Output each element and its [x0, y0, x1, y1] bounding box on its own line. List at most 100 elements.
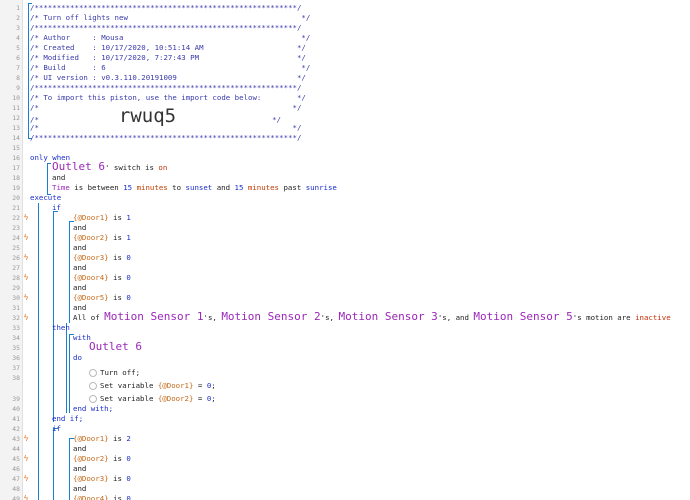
condition-line[interactable]: {@Door3} is 0	[73, 474, 131, 484]
operator-and[interactable]: and	[73, 444, 86, 454]
line-number: 6	[16, 54, 20, 62]
condition-line[interactable]: {@Door4} is 0	[73, 273, 131, 283]
line-number: 41	[12, 415, 20, 423]
text: to	[167, 183, 186, 192]
code-line: 36 do	[0, 353, 690, 363]
device-motion-sensor-2[interactable]: Motion Sensor 2	[221, 310, 320, 323]
unit-minutes[interactable]: minutes	[248, 183, 279, 192]
condition-line[interactable]: {@Door2} is 0	[73, 454, 131, 464]
action-line[interactable]: Set variable {@Door1} = 0;	[89, 381, 216, 391]
keyword-execute[interactable]: execute	[30, 193, 61, 203]
keyword-do[interactable]: do	[73, 353, 82, 363]
code-line: 18 and	[0, 173, 690, 183]
line-number: 39	[12, 395, 20, 403]
variable-door2[interactable]: {@Door2}	[73, 233, 109, 242]
code-line: 8 /* UI version : v0.3.110.20191009 */	[0, 73, 690, 83]
value-number[interactable]: 0	[126, 474, 130, 483]
condition-line[interactable]: Time is between 15 minutes to sunset and…	[52, 183, 337, 193]
code-line: 4 /* Author : Mousa */	[0, 33, 690, 43]
comment-text: /***************************************…	[30, 3, 302, 12]
value-number[interactable]: 0	[126, 293, 130, 302]
device-outlet-6[interactable]: Outlet 6	[89, 340, 142, 353]
keyword-if[interactable]: if	[52, 424, 61, 434]
condition-line[interactable]: {@Door5} is 0	[73, 293, 131, 303]
variable-door2[interactable]: {@Door2}	[73, 454, 109, 463]
code-line: 41 end if;	[0, 414, 690, 424]
action-line[interactable]: Set variable {@Door2} = 0;	[89, 394, 216, 404]
value-number[interactable]: 0	[126, 454, 130, 463]
keyword-then[interactable]: then	[52, 323, 70, 333]
value-number[interactable]: 0	[126, 273, 130, 282]
code-line: 1 /**************************************…	[0, 3, 690, 13]
device-motion-sensor-1[interactable]: Motion Sensor 1	[104, 310, 203, 323]
operator-and[interactable]: and	[73, 263, 86, 273]
value-sunrise[interactable]: sunrise	[306, 183, 337, 192]
line-number: 7	[16, 64, 20, 72]
line-number: 48	[12, 485, 20, 493]
value-number[interactable]: 15	[123, 183, 132, 192]
variable-door3[interactable]: {@Door3}	[73, 474, 109, 483]
comment-text: /***************************************…	[30, 23, 302, 32]
value-sunset[interactable]: sunset	[186, 183, 213, 192]
lightning-bolt-icon: ϟ	[23, 253, 29, 262]
condition-line[interactable]: {@Door3} is 0	[73, 253, 131, 263]
variable-door4[interactable]: {@Door4}	[73, 494, 109, 500]
variable-door1[interactable]: {@Door1}	[73, 213, 109, 222]
line-number: 15	[12, 144, 20, 152]
condition-line[interactable]: {@Door2} is 1	[73, 233, 131, 243]
keyword-end-if[interactable]: end if;	[52, 414, 83, 424]
variable-door3[interactable]: {@Door3}	[73, 253, 109, 262]
code-line: 45 ϟ {@Door2} is 0	[0, 454, 690, 464]
device-motion-sensor-5[interactable]: Motion Sensor 5	[473, 310, 572, 323]
condition-line[interactable]: All of Motion Sensor 1's, Motion Sensor …	[73, 310, 671, 323]
text: is	[108, 253, 127, 262]
lightning-bolt-icon: ϟ	[23, 213, 29, 222]
value-inactive[interactable]: inactive	[635, 313, 671, 322]
value-number[interactable]: 2	[126, 434, 130, 443]
value-number[interactable]: 1	[126, 213, 130, 222]
text: =	[193, 394, 207, 403]
comment-text: /* Turn off lights new */	[30, 13, 311, 22]
comment-text: /* Author : Mousa */	[30, 33, 311, 42]
line-number: 31	[12, 304, 20, 312]
operator-and[interactable]: and	[73, 464, 86, 474]
variable-door1[interactable]: {@Door1}	[73, 434, 109, 443]
variable-door1[interactable]: {@Door1}	[158, 381, 194, 390]
action-set-variable[interactable]: Set variable	[100, 381, 158, 390]
code-line: 49 ϟ {@Door4} is 0	[0, 494, 690, 500]
line-number: 21	[12, 204, 20, 212]
text: is	[108, 273, 127, 282]
value-number[interactable]: 1	[126, 233, 130, 242]
condition-line[interactable]: {@Door1} is 2	[73, 434, 131, 444]
operator-and[interactable]: and	[73, 223, 86, 233]
operator-and[interactable]: and	[52, 173, 65, 183]
variable-door5[interactable]: {@Door5}	[73, 293, 109, 302]
variable-door2[interactable]: {@Door2}	[158, 394, 194, 403]
action-set-variable[interactable]: Set variable	[100, 394, 158, 403]
line-number: 25	[12, 244, 20, 252]
text: is	[108, 474, 127, 483]
value-on[interactable]: on	[158, 163, 167, 172]
condition-line[interactable]: {@Door1} is 1	[73, 213, 131, 223]
value-number[interactable]: 0	[126, 253, 130, 262]
code-line: 32 ϟ All of Motion Sensor 1's, Motion Sens…	[0, 310, 690, 323]
keyword-end-with[interactable]: end with;	[73, 404, 113, 414]
keyword-if[interactable]: if	[52, 203, 61, 213]
condition-line[interactable]: {@Door4} is 0	[73, 494, 131, 500]
code-line: 5 /* Created : 10/17/2020, 10:51:14 AM */	[0, 43, 690, 53]
unit-minutes[interactable]: minutes	[137, 183, 168, 192]
line-number: 5	[16, 44, 20, 52]
line-number: 46	[12, 465, 20, 473]
operator-and[interactable]: and	[73, 484, 86, 494]
time-attribute[interactable]: Time	[52, 183, 70, 192]
operator-and[interactable]: and	[73, 243, 86, 253]
condition-line[interactable]: Outlet 6' switch is on	[52, 160, 167, 173]
value-number[interactable]: 0	[126, 494, 130, 500]
variable-door4[interactable]: {@Door4}	[73, 273, 109, 282]
comment-text: /* To import this piston, use the import…	[30, 93, 306, 102]
operator-and[interactable]: and	[73, 283, 86, 293]
code-line: 17 Outlet 6' switch is on	[0, 160, 690, 173]
device-outlet-6[interactable]: Outlet 6	[52, 160, 105, 173]
import-code-line: /* rwuq5 */	[30, 106, 281, 126]
device-motion-sensor-3[interactable]: Motion Sensor 3	[338, 310, 437, 323]
